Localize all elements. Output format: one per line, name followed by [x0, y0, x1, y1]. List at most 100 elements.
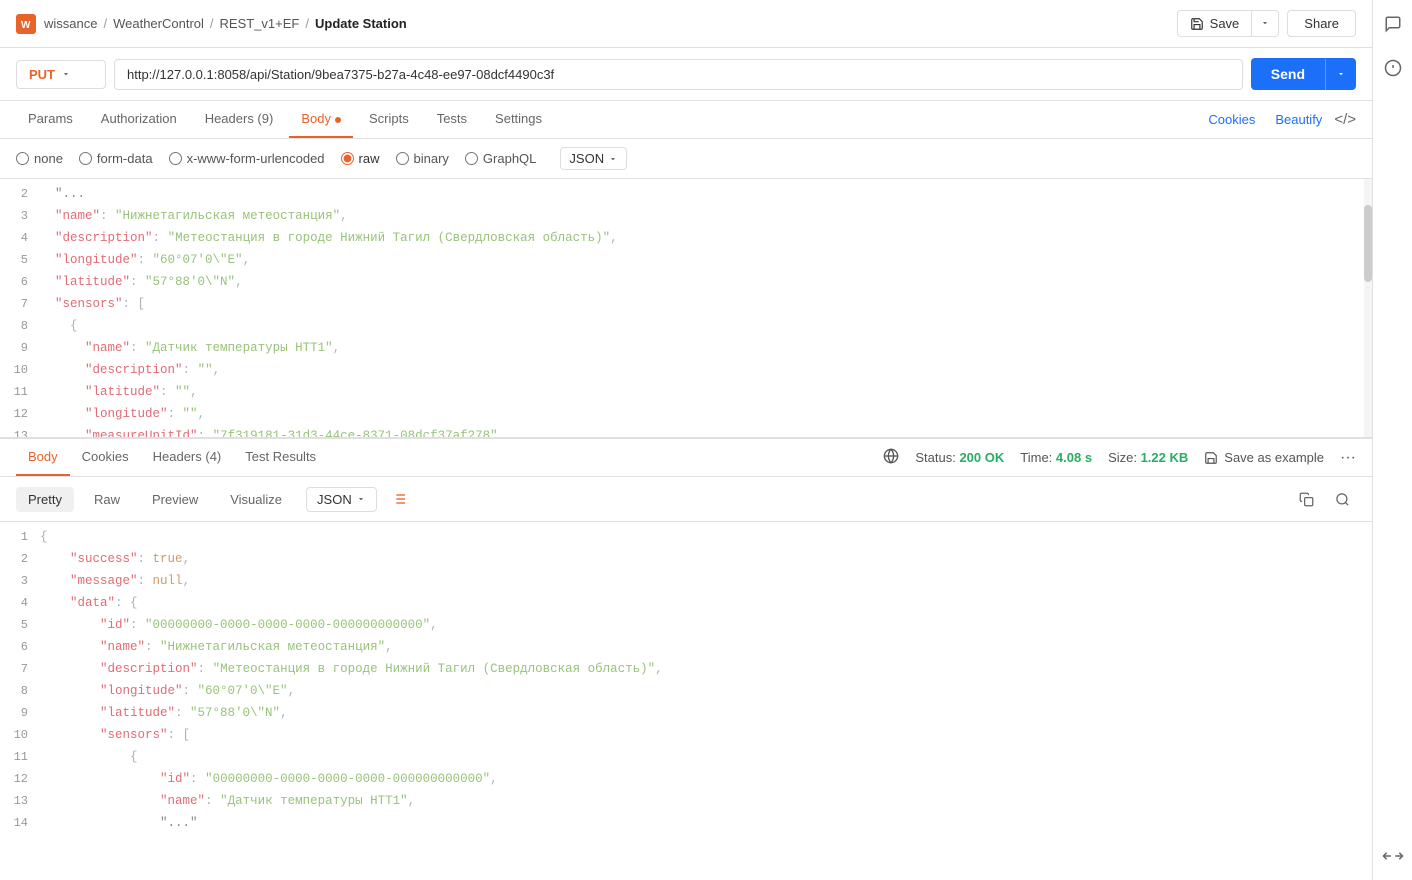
req-line-5: 5 "longitude": "60°07'0\"E", — [0, 249, 1372, 271]
radio-form-data[interactable]: form-data — [79, 151, 153, 166]
save-example-label: Save as example — [1224, 450, 1324, 465]
radio-none[interactable]: none — [16, 151, 63, 166]
response-body: 1 { 2 "success": true, 3 "message": null… — [0, 522, 1372, 880]
resp-line-2: 2 "success": true, — [0, 548, 1372, 570]
resp-line-5: 5 "id": "00000000-0000-0000-0000-0000000… — [0, 614, 1372, 636]
radio-binary[interactable]: binary — [396, 151, 449, 166]
request-scrollbar[interactable] — [1364, 179, 1372, 437]
svg-text:W: W — [21, 20, 31, 31]
radio-raw[interactable]: raw — [341, 151, 380, 166]
breadcrumb-item-3[interactable]: REST_v1+EF — [220, 16, 300, 31]
beautify-link[interactable]: Beautify — [1275, 112, 1322, 127]
url-input[interactable] — [114, 59, 1243, 90]
req-line-10: 10 "description": "", — [0, 359, 1372, 381]
radio-graphql[interactable]: GraphQL — [465, 151, 536, 166]
resize-icon[interactable] — [1370, 833, 1412, 878]
comment-icon[interactable] — [1377, 8, 1409, 40]
resp-line-13: 13 "name": "Датчик температуры НТТ1", — [0, 790, 1372, 812]
req-line-13: 13 "measureUnitId": "7f319181-31d3-44ce-… — [0, 425, 1372, 437]
tab-tests[interactable]: Tests — [425, 101, 479, 138]
fmt-tab-pretty[interactable]: Pretty — [16, 487, 74, 512]
breadcrumb-item-2[interactable]: WeatherControl — [113, 16, 204, 31]
req-line-7: 7 "sensors": [ — [0, 293, 1372, 315]
search-response-button[interactable] — [1328, 485, 1356, 513]
more-options-button[interactable]: ··· — [1340, 449, 1356, 467]
breadcrumb-sep-1: / — [103, 16, 107, 31]
breadcrumb-item-1[interactable]: wissance — [44, 16, 97, 31]
save-button[interactable]: Save — [1177, 10, 1280, 37]
send-main-button[interactable]: Send — [1251, 58, 1325, 90]
request-tabs: Params Authorization Headers (9) Body Sc… — [0, 101, 1372, 139]
request-scrollbar-thumb[interactable] — [1364, 205, 1372, 282]
req-line-8: 8 { — [0, 315, 1372, 337]
body-type-row: none form-data x-www-form-urlencoded raw… — [0, 139, 1372, 179]
resp-line-4: 4 "data": { — [0, 592, 1372, 614]
size-value: 1.22 KB — [1141, 450, 1189, 465]
status-value: 200 OK — [959, 450, 1004, 465]
resp-line-3: 3 "message": null, — [0, 570, 1372, 592]
body-type-group: none form-data x-www-form-urlencoded raw… — [16, 147, 627, 170]
tab-scripts[interactable]: Scripts — [357, 101, 421, 138]
tab-headers[interactable]: Headers (9) — [193, 101, 286, 138]
resp-tab-test-results[interactable]: Test Results — [233, 439, 328, 476]
request-body-code[interactable]: 2 "... 3 "name": "Нижнетагильская метеос… — [0, 179, 1372, 437]
save-dropdown-button[interactable] — [1251, 11, 1278, 36]
breadcrumb: wissance / WeatherControl / REST_v1+EF /… — [44, 16, 1169, 31]
size-label: Size: 1.22 KB — [1108, 450, 1188, 465]
json-format-select[interactable]: JSON — [560, 147, 627, 170]
time-value: 4.08 s — [1056, 450, 1092, 465]
cookies-link[interactable]: Cookies — [1208, 112, 1255, 127]
tab-authorization[interactable]: Authorization — [89, 101, 189, 138]
save-example-button[interactable]: Save as example — [1204, 450, 1324, 465]
resp-line-1: 1 { — [0, 526, 1372, 548]
request-body-editor: 2 "... 3 "name": "Нижнетагильская метеос… — [0, 179, 1372, 439]
response-format-row: Pretty Raw Preview Visualize JSON — [0, 477, 1372, 522]
resp-line-7: 7 "description": "Метеостанция в городе … — [0, 658, 1372, 680]
resp-tab-cookies[interactable]: Cookies — [70, 439, 141, 476]
breadcrumb-sep-2: / — [210, 16, 214, 31]
app-logo: W — [16, 14, 36, 34]
code-icon[interactable]: </> — [1334, 111, 1356, 128]
send-button[interactable]: Send — [1251, 58, 1356, 90]
send-dropdown-button[interactable] — [1325, 59, 1356, 90]
fmt-tab-raw[interactable]: Raw — [82, 487, 132, 512]
resp-line-8: 8 "longitude": "60°07'0\"E", — [0, 680, 1372, 702]
resp-tab-headers[interactable]: Headers (4) — [141, 439, 234, 476]
info-icon[interactable] — [1377, 52, 1409, 84]
header: W wissance / WeatherControl / REST_v1+EF… — [0, 0, 1372, 48]
copy-response-button[interactable] — [1292, 485, 1320, 513]
req-line-4: 4 "description": "Метеостанция в городе … — [0, 227, 1372, 249]
breadcrumb-sep-3: / — [305, 16, 309, 31]
share-button[interactable]: Share — [1287, 10, 1356, 37]
tab-settings[interactable]: Settings — [483, 101, 554, 138]
req-line-11: 11 "latitude": "", — [0, 381, 1372, 403]
req-line-12: 12 "longitude": "", — [0, 403, 1372, 425]
resp-tab-body[interactable]: Body — [16, 439, 70, 476]
resp-line-12: 12 "id": "00000000-0000-0000-0000-000000… — [0, 768, 1372, 790]
resp-line-11: 11 { — [0, 746, 1372, 768]
header-actions: Save Share — [1177, 10, 1356, 37]
radio-urlencoded[interactable]: x-www-form-urlencoded — [169, 151, 325, 166]
method-select[interactable]: PUT — [16, 60, 106, 89]
breadcrumb-current: Update Station — [315, 16, 407, 31]
fmt-tab-visualize[interactable]: Visualize — [218, 487, 294, 512]
status-label: Status: 200 OK — [915, 450, 1004, 465]
json-format-value: JSON — [569, 151, 604, 166]
response-area: Body Cookies Headers (4) Test Results St… — [0, 439, 1372, 880]
req-line-6: 6 "latitude": "57°88'0\"N", — [0, 271, 1372, 293]
filter-icon[interactable] — [385, 485, 413, 513]
response-status-bar: Status: 200 OK Time: 4.08 s Size: 1.22 K… — [883, 448, 1356, 467]
fmt-tab-preview[interactable]: Preview — [140, 487, 210, 512]
url-bar: PUT Send — [0, 48, 1372, 101]
tab-body[interactable]: Body — [289, 101, 353, 138]
response-code: 1 { 2 "success": true, 3 "message": null… — [0, 522, 1372, 838]
globe-icon — [883, 448, 899, 467]
response-actions — [1292, 485, 1356, 513]
save-main-button[interactable]: Save — [1178, 11, 1252, 36]
resp-line-10: 10 "sensors": [ — [0, 724, 1372, 746]
resp-line-6: 6 "name": "Нижнетагильская метеостанция"… — [0, 636, 1372, 658]
resp-line-9: 9 "latitude": "57°88'0\"N", — [0, 702, 1372, 724]
tab-params[interactable]: Params — [16, 101, 85, 138]
response-json-format-select[interactable]: JSON — [306, 487, 377, 512]
req-line-3: 3 "name": "Нижнетагильская метеостанция"… — [0, 205, 1372, 227]
